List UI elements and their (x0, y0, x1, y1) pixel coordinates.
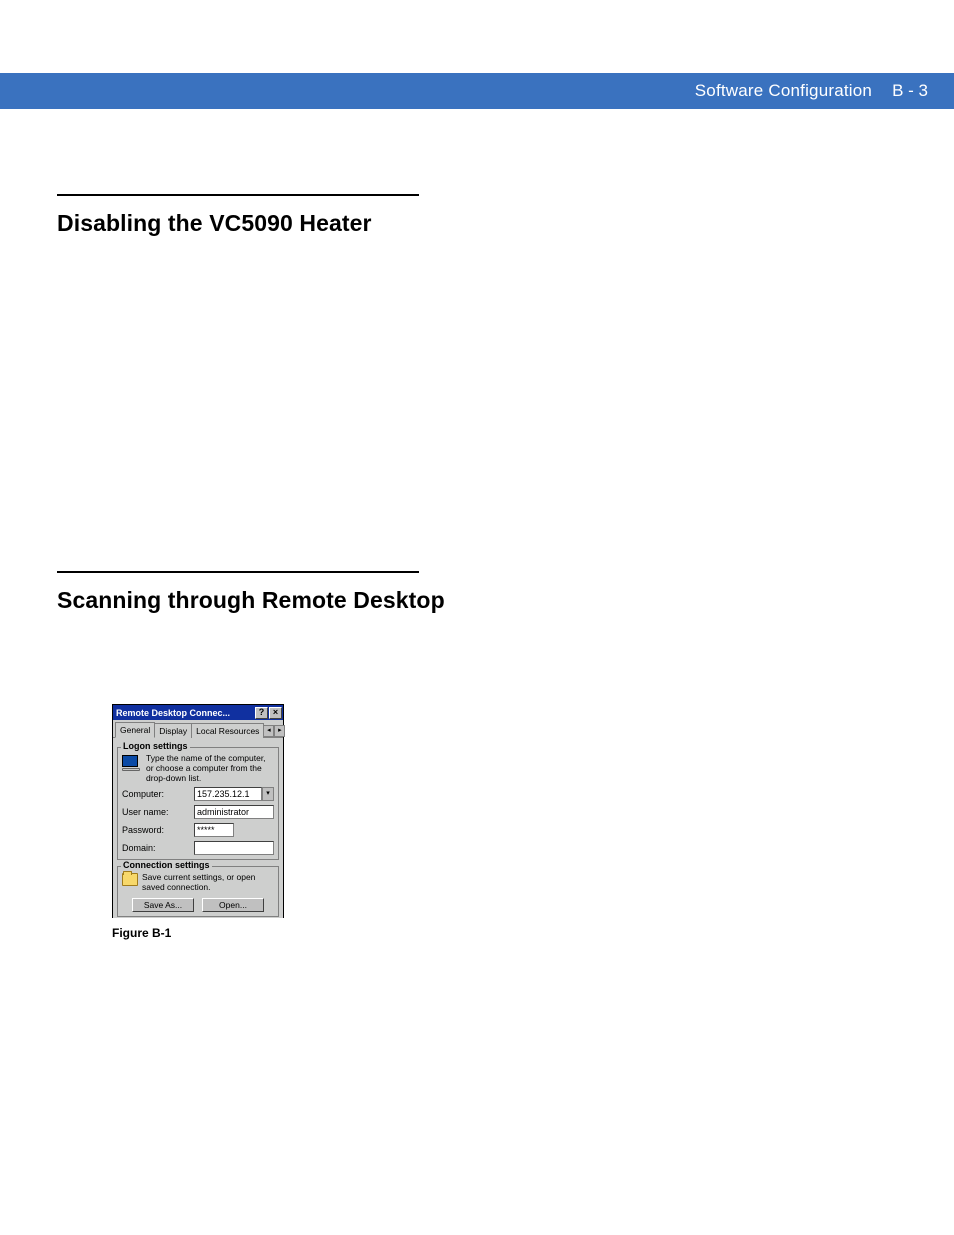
folder-icon (122, 873, 138, 886)
figure: Remote Desktop Connec... ? × General Dis… (112, 704, 897, 940)
header-page: B - 3 (892, 81, 928, 101)
connection-text: Save current settings, or open saved con… (142, 872, 274, 892)
logon-settings-group: Logon settings Type the name of the comp… (117, 747, 279, 860)
computer-dropdown[interactable]: ▾ (262, 787, 274, 801)
tab-strip: General Display Local Resources ◂ ▸ (113, 720, 283, 738)
remote-desktop-dialog: Remote Desktop Connec... ? × General Dis… (112, 704, 284, 918)
computer-label: Computer: (122, 789, 194, 799)
username-label: User name: (122, 807, 194, 817)
tab-scroll-right[interactable]: ▸ (274, 725, 285, 737)
figure-caption: Figure B-1 (112, 926, 897, 940)
username-input[interactable]: administrator (194, 805, 274, 819)
page-header: Software Configuration B - 3 (0, 73, 954, 109)
domain-label: Domain: (122, 843, 194, 853)
logon-hint: Type the name of the computer, or choose… (146, 753, 274, 783)
page-content: Disabling the VC5090 Heater Scanning thr… (57, 180, 897, 940)
logon-legend: Logon settings (121, 741, 190, 751)
section-rule (57, 194, 419, 196)
password-label: Password: (122, 825, 194, 835)
tab-scroll-left[interactable]: ◂ (263, 725, 274, 737)
connection-legend: Connection settings (121, 860, 212, 870)
dialog-title: Remote Desktop Connec... (116, 708, 255, 718)
save-as-button[interactable]: Save As... (132, 898, 194, 912)
open-button[interactable]: Open... (202, 898, 264, 912)
help-button[interactable]: ? (255, 707, 268, 719)
tab-general[interactable]: General (115, 722, 155, 738)
password-input[interactable]: ***** (194, 823, 234, 837)
close-button[interactable]: × (269, 707, 282, 719)
connection-settings-group: Connection settings Save current setting… (117, 866, 279, 917)
section-heading-1: Disabling the VC5090 Heater (57, 210, 897, 237)
section-rule (57, 571, 419, 573)
dialog-titlebar[interactable]: Remote Desktop Connec... ? × (113, 705, 283, 720)
header-title: Software Configuration (695, 81, 872, 101)
tab-display[interactable]: Display (154, 723, 192, 738)
tab-local-resources[interactable]: Local Resources (191, 723, 264, 738)
section-heading-2: Scanning through Remote Desktop (57, 587, 897, 614)
computer-icon (122, 755, 142, 773)
computer-input[interactable]: 157.235.12.1 (194, 787, 262, 801)
domain-input[interactable] (194, 841, 274, 855)
tab-panel-general: Logon settings Type the name of the comp… (113, 738, 283, 918)
